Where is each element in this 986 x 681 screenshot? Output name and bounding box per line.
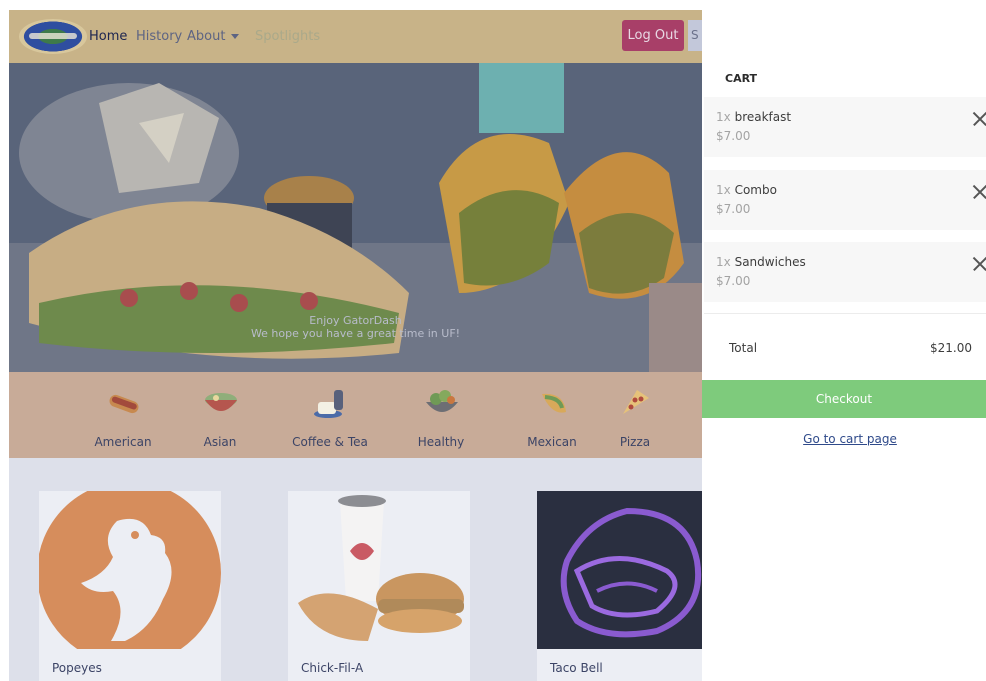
salad-icon <box>426 390 458 412</box>
category-label: American <box>94 435 152 449</box>
restaurant-name: Chick-Fil-A <box>301 661 364 675</box>
hero-caption-text: We hope you have a great time in UF! <box>250 327 461 340</box>
bowl-icon <box>205 393 237 411</box>
total-label: Total <box>729 341 758 355</box>
restaurant-card-taco-bell[interactable]: Taco Bell <box>537 491 702 681</box>
category-label: Asian <box>203 435 237 449</box>
nav-history-link[interactable]: History <box>136 10 182 63</box>
popeyes-logo-icon <box>39 491 221 649</box>
category-label: Mexican <box>527 435 577 449</box>
category-label: Coffee & Tea <box>292 435 368 449</box>
coffee-icon <box>314 390 343 418</box>
cart-item: 1x Combo $7.00 <box>704 170 986 230</box>
cart-item-qty: 1x <box>716 110 731 124</box>
category-mexican[interactable]: Mexican <box>504 372 600 458</box>
cart-item-name: breakfast <box>734 110 792 124</box>
total-value: $21.00 <box>930 341 972 355</box>
checkout-button[interactable]: Checkout <box>702 380 986 418</box>
hotdog-icon <box>109 394 139 414</box>
go-to-cart-page-link[interactable]: Go to cart page <box>702 432 986 446</box>
cart-title: CART <box>725 72 758 85</box>
cart-item: 1x breakfast $7.00 <box>704 97 986 157</box>
caret-down-icon <box>231 34 240 39</box>
restaurant-card-popeyes[interactable]: Popeyes <box>39 491 221 681</box>
cart-item-price: $7.00 <box>716 274 751 288</box>
cart-item-qty: 1x <box>716 183 731 197</box>
taco-icon <box>542 393 566 413</box>
logout-button[interactable]: Log Out <box>622 20 684 51</box>
nav-spotlights-link[interactable]: Spotlights <box>255 10 320 63</box>
category-asian[interactable]: Asian <box>172 372 268 458</box>
taco-bell-logo-icon <box>537 491 702 649</box>
nav-about-dropdown[interactable]: About <box>187 10 240 63</box>
category-pizza[interactable]: Pizza <box>587 372 683 458</box>
cart-total-row: Total $21.00 <box>704 313 986 381</box>
cart-item-price: $7.00 <box>716 202 751 216</box>
hero-caption-title: Enjoy GatorDash <box>309 314 402 327</box>
cart-drawer: CART 1x breakfast $7.00 1x Combo $7.00 1… <box>702 0 986 681</box>
restaurant-name: Popeyes <box>52 661 102 675</box>
restaurant-list: Popeyes Chick-Fil-A Taco Bell <box>9 458 702 681</box>
category-american[interactable]: American <box>75 372 171 458</box>
cart-item-qty: 1x <box>716 255 731 269</box>
pizza-icon <box>623 390 649 414</box>
nav-extra-button[interactable]: S <box>688 20 702 51</box>
remove-item-close-icon[interactable] <box>972 184 986 200</box>
category-bar: American Asian Coffee & Tea Healthy Mexi… <box>9 372 702 458</box>
navbar: Home History About Spotlights Log Out S <box>9 10 702 63</box>
remove-item-close-icon[interactable] <box>972 111 986 127</box>
category-label: Healthy <box>417 435 465 449</box>
category-label: Pizza <box>619 435 651 449</box>
restaurant-card-chick-fil-a[interactable]: Chick-Fil-A <box>288 491 470 681</box>
page-background: Home History About Spotlights Log Out S <box>9 10 702 681</box>
cart-item-name: Combo <box>734 183 777 197</box>
nav-about-label: About <box>187 29 226 44</box>
gator-logo-icon[interactable] <box>19 19 87 54</box>
restaurant-name: Taco Bell <box>550 661 603 675</box>
category-coffee-tea[interactable]: Coffee & Tea <box>282 372 378 458</box>
hero-carousel[interactable]: Enjoy GatorDash We hope you have a great… <box>9 63 702 372</box>
cart-item-name: Sandwiches <box>734 255 806 269</box>
category-healthy[interactable]: Healthy <box>393 372 489 458</box>
nav-home-link[interactable]: Home <box>89 10 127 63</box>
cart-item-price: $7.00 <box>716 129 751 143</box>
cart-item: 1x Sandwiches $7.00 <box>704 242 986 302</box>
chick-fil-a-food-image <box>288 491 470 649</box>
remove-item-close-icon[interactable] <box>972 256 986 272</box>
